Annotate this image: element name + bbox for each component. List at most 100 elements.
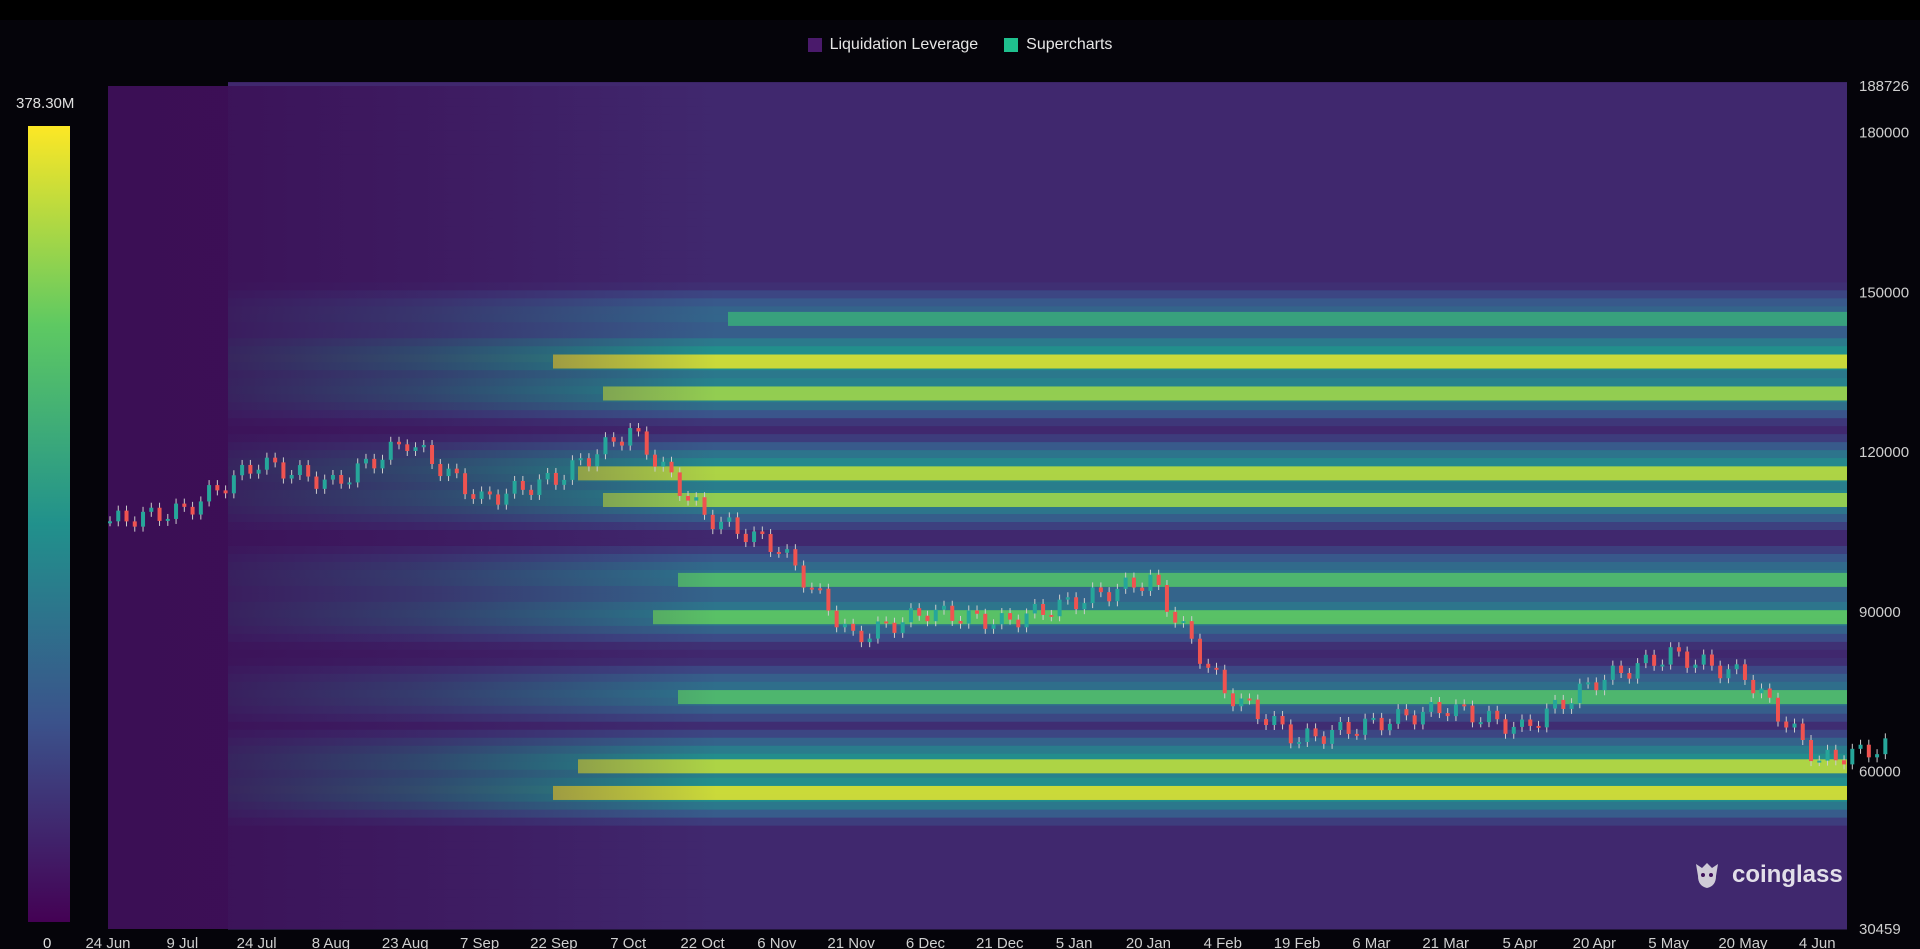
y-tick-label: 120000: [1859, 444, 1909, 461]
candle: [1016, 619, 1021, 628]
candle: [1338, 721, 1343, 731]
candle: [1189, 621, 1194, 639]
candle: [248, 464, 253, 474]
candle: [1420, 711, 1425, 725]
candle: [677, 472, 682, 496]
candle: [124, 510, 129, 522]
candle: [991, 624, 996, 629]
candle: [743, 533, 748, 543]
candle: [174, 503, 179, 519]
watermark-text: coinglass: [1732, 861, 1843, 888]
candle: [1734, 664, 1739, 670]
candle: [1247, 698, 1252, 701]
candle: [1305, 728, 1310, 743]
candle: [999, 613, 1004, 625]
x-tick-label: 6 Dec: [906, 935, 946, 949]
candle: [1090, 587, 1095, 604]
candle: [1817, 760, 1822, 763]
candle: [1569, 703, 1574, 709]
candle: [1577, 683, 1582, 704]
candle: [1313, 728, 1318, 737]
candle: [1767, 688, 1772, 698]
candle: [157, 507, 162, 521]
candle: [1528, 719, 1533, 726]
candle: [1742, 664, 1747, 680]
candle: [413, 447, 418, 451]
candle: [1610, 665, 1615, 680]
y-tick-label: 150000: [1859, 284, 1909, 301]
candle: [1197, 638, 1202, 664]
liquidation-heatmap-chart[interactable]: 378.30M 0 188726 180000 150000 120000 90000 6…: [0, 0, 1920, 949]
candle: [1379, 717, 1384, 731]
candle: [264, 457, 269, 470]
x-tick-label: 6 Nov: [757, 935, 797, 949]
candle: [182, 503, 187, 507]
x-tick-label: 22 Oct: [680, 935, 725, 949]
candle: [240, 464, 245, 476]
candle: [900, 622, 905, 633]
candle: [322, 479, 327, 489]
candle: [652, 454, 657, 467]
candle: [256, 469, 261, 474]
candle: [1453, 704, 1458, 717]
coinglass-logo-icon: [1696, 863, 1718, 888]
candle: [520, 480, 525, 490]
candle: [1784, 721, 1789, 728]
x-tick-label: 21 Nov: [827, 935, 875, 949]
candle: [586, 458, 591, 467]
candle: [785, 549, 790, 553]
candle: [1255, 699, 1260, 720]
candle: [215, 485, 220, 491]
colorbar: [28, 126, 70, 922]
candle: [1321, 736, 1326, 744]
candle: [281, 462, 286, 479]
candle: [380, 459, 385, 469]
candle: [669, 461, 674, 473]
candle: [372, 458, 377, 469]
candle: [421, 445, 426, 448]
candle: [471, 494, 476, 499]
candle: [1164, 585, 1169, 612]
candle: [1429, 702, 1434, 712]
candle: [1008, 613, 1013, 620]
y-axis: 188726 180000 150000 120000 90000 60000 30459: [1859, 78, 1909, 938]
candle: [529, 489, 534, 495]
candle: [1709, 654, 1714, 666]
x-tick-label: 7 Oct: [610, 935, 647, 949]
candle: [1652, 654, 1657, 666]
candle: [694, 497, 699, 501]
candle: [644, 431, 649, 455]
candle: [1445, 713, 1450, 717]
candle: [1049, 614, 1054, 617]
candle: [198, 501, 203, 515]
candle: [1239, 698, 1244, 707]
candle: [363, 458, 368, 464]
candle: [1032, 603, 1037, 614]
candle: [108, 521, 112, 524]
candle: [1875, 754, 1880, 758]
candle: [917, 608, 922, 616]
candle: [1115, 588, 1120, 602]
candle: [818, 588, 823, 591]
x-tick-label: 5 Jan: [1056, 935, 1093, 949]
candle: [1850, 748, 1855, 765]
candle: [925, 615, 930, 622]
candle: [1437, 702, 1442, 714]
candle: [1800, 723, 1805, 740]
candle: [1503, 719, 1508, 734]
candle: [207, 485, 212, 502]
candle: [1883, 738, 1888, 755]
candle: [867, 638, 872, 643]
candle: [686, 495, 691, 501]
colorbar-max-label: 378.30M: [16, 95, 74, 112]
candle: [570, 460, 575, 480]
candle: [1660, 664, 1665, 667]
candle: [339, 475, 344, 484]
x-tick-label: 23 Aug: [382, 935, 429, 949]
candle: [884, 621, 889, 624]
candle: [892, 622, 897, 633]
candle: [1107, 592, 1112, 602]
candle: [875, 621, 880, 639]
candle: [1181, 621, 1186, 624]
candle: [479, 491, 484, 499]
